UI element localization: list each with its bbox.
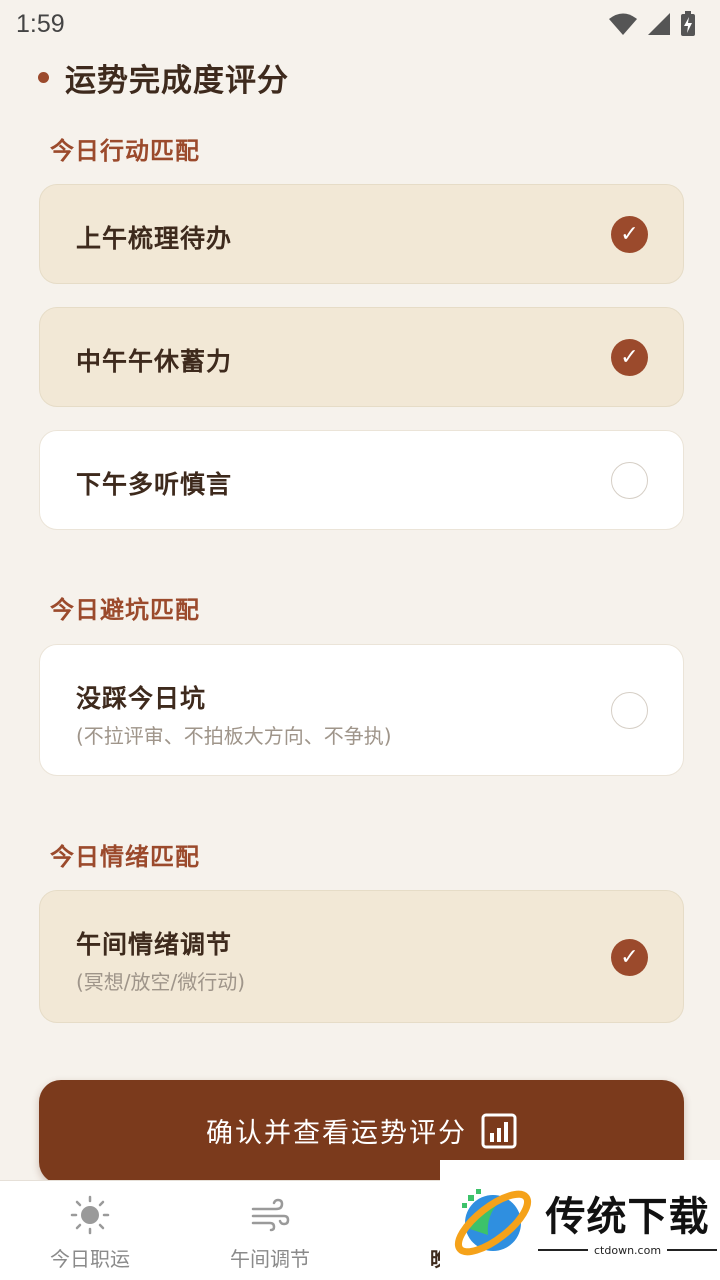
- status-bar: 1:59: [0, 0, 720, 48]
- item-title: 上午梳理待办: [76, 224, 233, 253]
- watermark-url-row: ctdown.com: [538, 1243, 718, 1257]
- bar-chart-icon: [481, 1113, 517, 1149]
- cell-signal-icon: [648, 13, 670, 35]
- sun-icon: [70, 1195, 110, 1235]
- item-subtitle: (不拉评审、不拍板大方向、不争执): [76, 724, 392, 748]
- section-header: 运势完成度评分: [38, 52, 289, 102]
- watermark-title: 传统下载: [545, 1193, 710, 1240]
- nav-label: 午间调节: [230, 1247, 310, 1271]
- bullet-dot-icon: [38, 71, 49, 83]
- divider: [538, 1249, 588, 1251]
- checklist-item-no-pitfall[interactable]: 没踩今日坑 (不拉评审、不拍板大方向、不争执): [39, 644, 684, 776]
- group-label-pitfalls: 今日避坑匹配: [50, 596, 200, 624]
- checklist-item-morning-todo[interactable]: 上午梳理待办 ✓: [39, 184, 684, 284]
- watermark-text: 传统下载 ctdown.com: [538, 1184, 718, 1257]
- status-icons: [608, 11, 696, 37]
- group-label-emotions: 今日情绪匹配: [50, 843, 200, 871]
- divider: [667, 1249, 718, 1251]
- checkbox-icon[interactable]: ✓: [611, 216, 648, 253]
- checklist-item-noon-emotion[interactable]: 午间情绪调节 (冥想/放空/微行动) ✓: [39, 890, 684, 1023]
- checkbox-icon[interactable]: ✓: [611, 939, 648, 976]
- watermark: 传统下载 ctdown.com: [440, 1160, 720, 1280]
- watermark-url: ctdown.com: [594, 1243, 662, 1257]
- checkbox-icon[interactable]: ✓: [611, 339, 648, 376]
- item-title: 没踩今日坑: [76, 684, 207, 713]
- nav-item-today-career[interactable]: 今日职运: [0, 1181, 180, 1280]
- nav-item-noon-adjust[interactable]: 午间调节: [180, 1181, 360, 1280]
- confirm-button-label: 确认并查看运势评分: [206, 1117, 467, 1149]
- page-title: 运势完成度评分: [65, 62, 289, 99]
- wind-icon: [250, 1195, 290, 1235]
- item-subtitle: (冥想/放空/微行动): [76, 970, 246, 994]
- status-time: 1:59: [16, 9, 65, 38]
- wifi-icon: [609, 13, 637, 35]
- item-title: 中午午休蓄力: [76, 347, 233, 376]
- battery-icon: [681, 11, 695, 36]
- checkbox-icon[interactable]: [611, 462, 648, 499]
- checklist-item-noon-rest[interactable]: 中午午休蓄力 ✓: [39, 307, 684, 407]
- checklist-item-afternoon-listen[interactable]: 下午多听慎言: [39, 430, 684, 530]
- item-title: 午间情绪调节: [76, 930, 233, 959]
- watermark-logo-icon: [454, 1189, 532, 1256]
- checkbox-icon[interactable]: [611, 692, 648, 729]
- group-label-actions: 今日行动匹配: [50, 137, 200, 165]
- nav-label: 今日职运: [50, 1247, 130, 1271]
- item-title: 下午多听慎言: [76, 470, 233, 499]
